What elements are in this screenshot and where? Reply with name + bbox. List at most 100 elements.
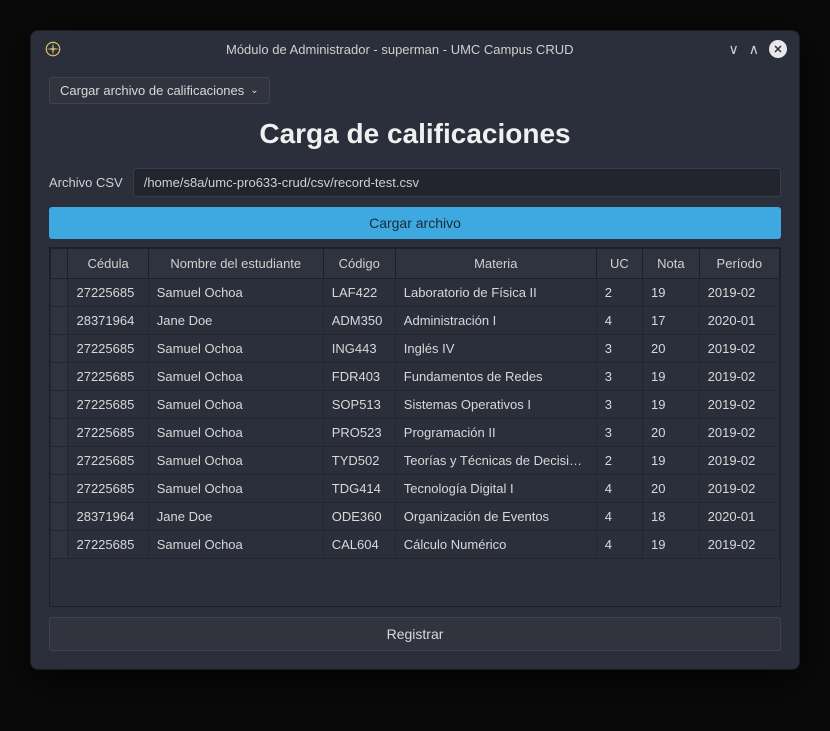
- cell-materia[interactable]: Inglés IV: [395, 335, 596, 363]
- cell-nombre[interactable]: Samuel Ochoa: [148, 531, 323, 559]
- cell-codigo[interactable]: PRO523: [323, 419, 395, 447]
- header-periodo[interactable]: Período: [699, 249, 779, 279]
- cell-materia[interactable]: Organización de Eventos: [395, 503, 596, 531]
- cell-nombre[interactable]: Samuel Ochoa: [148, 475, 323, 503]
- row-handle[interactable]: [51, 475, 68, 503]
- cell-nota[interactable]: 19: [643, 447, 700, 475]
- cell-periodo[interactable]: 2019-02: [699, 363, 779, 391]
- cell-cedula[interactable]: 27225685: [68, 279, 148, 307]
- cell-uc[interactable]: 2: [596, 279, 642, 307]
- row-handle[interactable]: [51, 307, 68, 335]
- cell-nota[interactable]: 20: [643, 475, 700, 503]
- header-nombre[interactable]: Nombre del estudiante: [148, 249, 323, 279]
- cell-cedula[interactable]: 27225685: [68, 475, 148, 503]
- cell-periodo[interactable]: 2019-02: [699, 335, 779, 363]
- register-button[interactable]: Registrar: [49, 617, 781, 651]
- cell-uc[interactable]: 4: [596, 307, 642, 335]
- cell-cedula[interactable]: 28371964: [68, 307, 148, 335]
- table-row[interactable]: 27225685Samuel OchoaTDG414Tecnología Dig…: [51, 475, 780, 503]
- cell-materia[interactable]: Tecnología Digital I: [395, 475, 596, 503]
- cell-periodo[interactable]: 2019-02: [699, 279, 779, 307]
- action-dropdown[interactable]: Cargar archivo de calificaciones ⌄: [49, 77, 270, 104]
- maximize-icon[interactable]: ∧: [749, 42, 759, 56]
- cell-cedula[interactable]: 28371964: [68, 503, 148, 531]
- header-uc[interactable]: UC: [596, 249, 642, 279]
- cell-materia[interactable]: Fundamentos de Redes: [395, 363, 596, 391]
- row-handle[interactable]: [51, 335, 68, 363]
- cell-materia[interactable]: Cálculo Numérico: [395, 531, 596, 559]
- cell-nota[interactable]: 18: [643, 503, 700, 531]
- cell-cedula[interactable]: 27225685: [68, 447, 148, 475]
- cell-materia[interactable]: Programación II: [395, 419, 596, 447]
- load-file-button[interactable]: Cargar archivo: [49, 207, 781, 239]
- cell-periodo[interactable]: 2019-02: [699, 419, 779, 447]
- cell-codigo[interactable]: FDR403: [323, 363, 395, 391]
- cell-nombre[interactable]: Samuel Ochoa: [148, 279, 323, 307]
- row-handle[interactable]: [51, 531, 68, 559]
- cell-periodo[interactable]: 2020-01: [699, 307, 779, 335]
- table-row[interactable]: 28371964Jane DoeODE360Organización de Ev…: [51, 503, 780, 531]
- cell-nota[interactable]: 19: [643, 363, 700, 391]
- cell-nombre[interactable]: Samuel Ochoa: [148, 447, 323, 475]
- cell-codigo[interactable]: CAL604: [323, 531, 395, 559]
- cell-nota[interactable]: 19: [643, 391, 700, 419]
- cell-nombre[interactable]: Jane Doe: [148, 307, 323, 335]
- cell-cedula[interactable]: 27225685: [68, 335, 148, 363]
- cell-cedula[interactable]: 27225685: [68, 531, 148, 559]
- cell-nombre[interactable]: Samuel Ochoa: [148, 363, 323, 391]
- cell-uc[interactable]: 4: [596, 531, 642, 559]
- table-row[interactable]: 27225685Samuel OchoaSOP513Sistemas Opera…: [51, 391, 780, 419]
- header-codigo[interactable]: Código: [323, 249, 395, 279]
- row-handle[interactable]: [51, 447, 68, 475]
- cell-materia[interactable]: Teorías y Técnicas de Decisi…: [395, 447, 596, 475]
- cell-nota[interactable]: 20: [643, 335, 700, 363]
- table-row[interactable]: 27225685Samuel OchoaPRO523Programación I…: [51, 419, 780, 447]
- cell-nota[interactable]: 20: [643, 419, 700, 447]
- cell-periodo[interactable]: 2019-02: [699, 475, 779, 503]
- row-handle[interactable]: [51, 503, 68, 531]
- row-handle[interactable]: [51, 391, 68, 419]
- cell-codigo[interactable]: SOP513: [323, 391, 395, 419]
- cell-nota[interactable]: 17: [643, 307, 700, 335]
- cell-nombre[interactable]: Samuel Ochoa: [148, 335, 323, 363]
- cell-uc[interactable]: 3: [596, 419, 642, 447]
- cell-codigo[interactable]: TDG414: [323, 475, 395, 503]
- cell-nota[interactable]: 19: [643, 279, 700, 307]
- table-row[interactable]: 27225685Samuel OchoaING443Inglés IV32020…: [51, 335, 780, 363]
- cell-periodo[interactable]: 2020-01: [699, 503, 779, 531]
- row-handle[interactable]: [51, 363, 68, 391]
- cell-materia[interactable]: Administración I: [395, 307, 596, 335]
- table-row[interactable]: 28371964Jane DoeADM350Administración I41…: [51, 307, 780, 335]
- cell-uc[interactable]: 3: [596, 363, 642, 391]
- table-row[interactable]: 27225685Samuel OchoaFDR403Fundamentos de…: [51, 363, 780, 391]
- cell-uc[interactable]: 3: [596, 391, 642, 419]
- cell-codigo[interactable]: ADM350: [323, 307, 395, 335]
- row-handle[interactable]: [51, 279, 68, 307]
- cell-periodo[interactable]: 2019-02: [699, 391, 779, 419]
- cell-codigo[interactable]: LAF422: [323, 279, 395, 307]
- close-icon[interactable]: ✕: [769, 40, 787, 58]
- cell-materia[interactable]: Sistemas Operativos I: [395, 391, 596, 419]
- cell-cedula[interactable]: 27225685: [68, 363, 148, 391]
- cell-uc[interactable]: 4: [596, 475, 642, 503]
- cell-cedula[interactable]: 27225685: [68, 391, 148, 419]
- cell-nombre[interactable]: Jane Doe: [148, 503, 323, 531]
- cell-codigo[interactable]: TYD502: [323, 447, 395, 475]
- table-row[interactable]: 27225685Samuel OchoaTYD502Teorías y Técn…: [51, 447, 780, 475]
- cell-uc[interactable]: 4: [596, 503, 642, 531]
- table-row[interactable]: 27225685Samuel OchoaLAF422Laboratorio de…: [51, 279, 780, 307]
- header-materia[interactable]: Materia: [395, 249, 596, 279]
- cell-periodo[interactable]: 2019-02: [699, 447, 779, 475]
- row-handle[interactable]: [51, 419, 68, 447]
- header-cedula[interactable]: Cédula: [68, 249, 148, 279]
- header-nota[interactable]: Nota: [643, 249, 700, 279]
- table-row[interactable]: 27225685Samuel OchoaCAL604Cálculo Numéri…: [51, 531, 780, 559]
- cell-nota[interactable]: 19: [643, 531, 700, 559]
- cell-materia[interactable]: Laboratorio de Física II: [395, 279, 596, 307]
- cell-codigo[interactable]: ODE360: [323, 503, 395, 531]
- cell-periodo[interactable]: 2019-02: [699, 531, 779, 559]
- cell-nombre[interactable]: Samuel Ochoa: [148, 391, 323, 419]
- cell-uc[interactable]: 3: [596, 335, 642, 363]
- cell-codigo[interactable]: ING443: [323, 335, 395, 363]
- cell-nombre[interactable]: Samuel Ochoa: [148, 419, 323, 447]
